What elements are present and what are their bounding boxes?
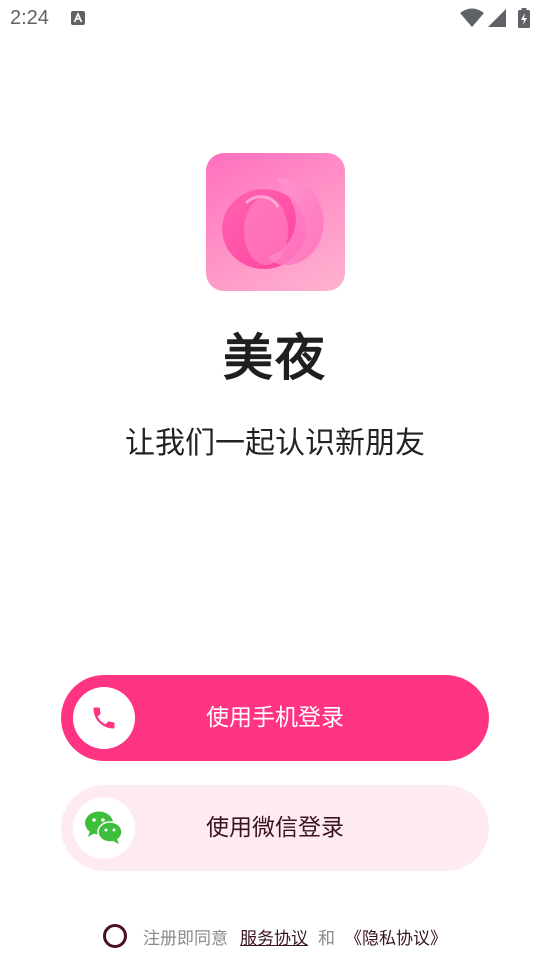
status-time: 2:24 [10, 7, 49, 29]
phone-login-button[interactable]: 使用手机登录 [61, 675, 489, 761]
wechat-login-label: 使用微信登录 [206, 815, 344, 841]
agreement-prefix: 注册即同意 [143, 928, 228, 949]
status-indicators [460, 8, 540, 28]
cellular-signal-icon [488, 9, 506, 27]
phone-login-label: 使用手机登录 [206, 705, 344, 731]
service-agreement-link[interactable]: 服务协议 [240, 924, 308, 949]
wifi-icon [460, 8, 484, 27]
wechat-login-button[interactable]: 使用微信登录 [61, 785, 489, 871]
status-bar: 2:24 [0, 0, 550, 40]
peach-logo-icon [222, 178, 324, 269]
agreement-conjunction: 和 [318, 928, 335, 949]
agreement-checkbox[interactable] [103, 924, 127, 948]
app-slogan: 让我们一起认识新朋友 [125, 426, 425, 461]
agreement-row: 注册即同意 服务协议 和 《隐私协议》 [0, 921, 550, 951]
battery-charging-icon [518, 8, 530, 28]
notification-a-icon [71, 11, 85, 25]
app-name: 美夜 [223, 329, 327, 387]
privacy-agreement-link[interactable]: 《隐私协议》 [345, 924, 447, 949]
app-logo [206, 153, 345, 291]
